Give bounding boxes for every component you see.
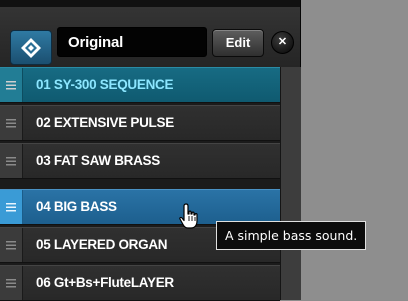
panel-top-strip: [0, 0, 300, 7]
drag-handle-icon[interactable]: [0, 144, 23, 178]
grip-lines-icon: [6, 118, 16, 127]
patch-item-01[interactable]: 01 SY-300 SEQUENCE: [0, 67, 280, 103]
grip-lines-icon: [6, 156, 16, 165]
diamond-logo-icon[interactable]: [10, 30, 52, 65]
patch-item-03[interactable]: 03 FAT SAW BRASS: [0, 143, 280, 179]
diamond-glyph-icon: [21, 37, 41, 58]
patch-item-06[interactable]: 06 Gt+Bs+FluteLAYER: [0, 265, 280, 301]
patch-tooltip: A simple bass sound.: [216, 221, 367, 250]
drag-handle-icon[interactable]: [0, 68, 23, 102]
edit-button[interactable]: Edit: [212, 29, 264, 57]
grip-lines-icon: [6, 240, 16, 249]
patch-item-label: 05 LAYERED ORGAN: [36, 237, 168, 252]
close-icon[interactable]: ✕: [271, 31, 294, 54]
patch-item-04[interactable]: 04 BIG BASS: [0, 189, 280, 225]
list-scrollbar[interactable]: [280, 67, 301, 300]
patch-list: 01 SY-300 SEQUENCE 02 EXTENSIVE PULSE 03…: [0, 67, 280, 301]
hand-cursor-icon: [178, 203, 202, 231]
patch-item-02[interactable]: 02 EXTENSIVE PULSE: [0, 105, 280, 141]
patch-item-label: 03 FAT SAW BRASS: [36, 153, 160, 168]
drag-handle-icon[interactable]: [0, 228, 23, 262]
drag-handle-icon[interactable]: [0, 106, 23, 140]
drag-handle-icon[interactable]: [0, 190, 23, 224]
patch-item-label: 04 BIG BASS: [36, 199, 117, 214]
patch-item-label: 06 Gt+Bs+FluteLAYER: [36, 275, 174, 290]
workspace-background: [300, 0, 408, 300]
grip-lines-icon: [6, 80, 16, 89]
patch-name-field[interactable]: Original: [57, 27, 207, 57]
patch-item-label: 01 SY-300 SEQUENCE: [36, 77, 174, 92]
patch-item-label: 02 EXTENSIVE PULSE: [36, 115, 174, 130]
grip-lines-icon: [6, 202, 16, 211]
drag-handle-icon[interactable]: [0, 266, 23, 300]
grip-lines-icon: [6, 278, 16, 287]
